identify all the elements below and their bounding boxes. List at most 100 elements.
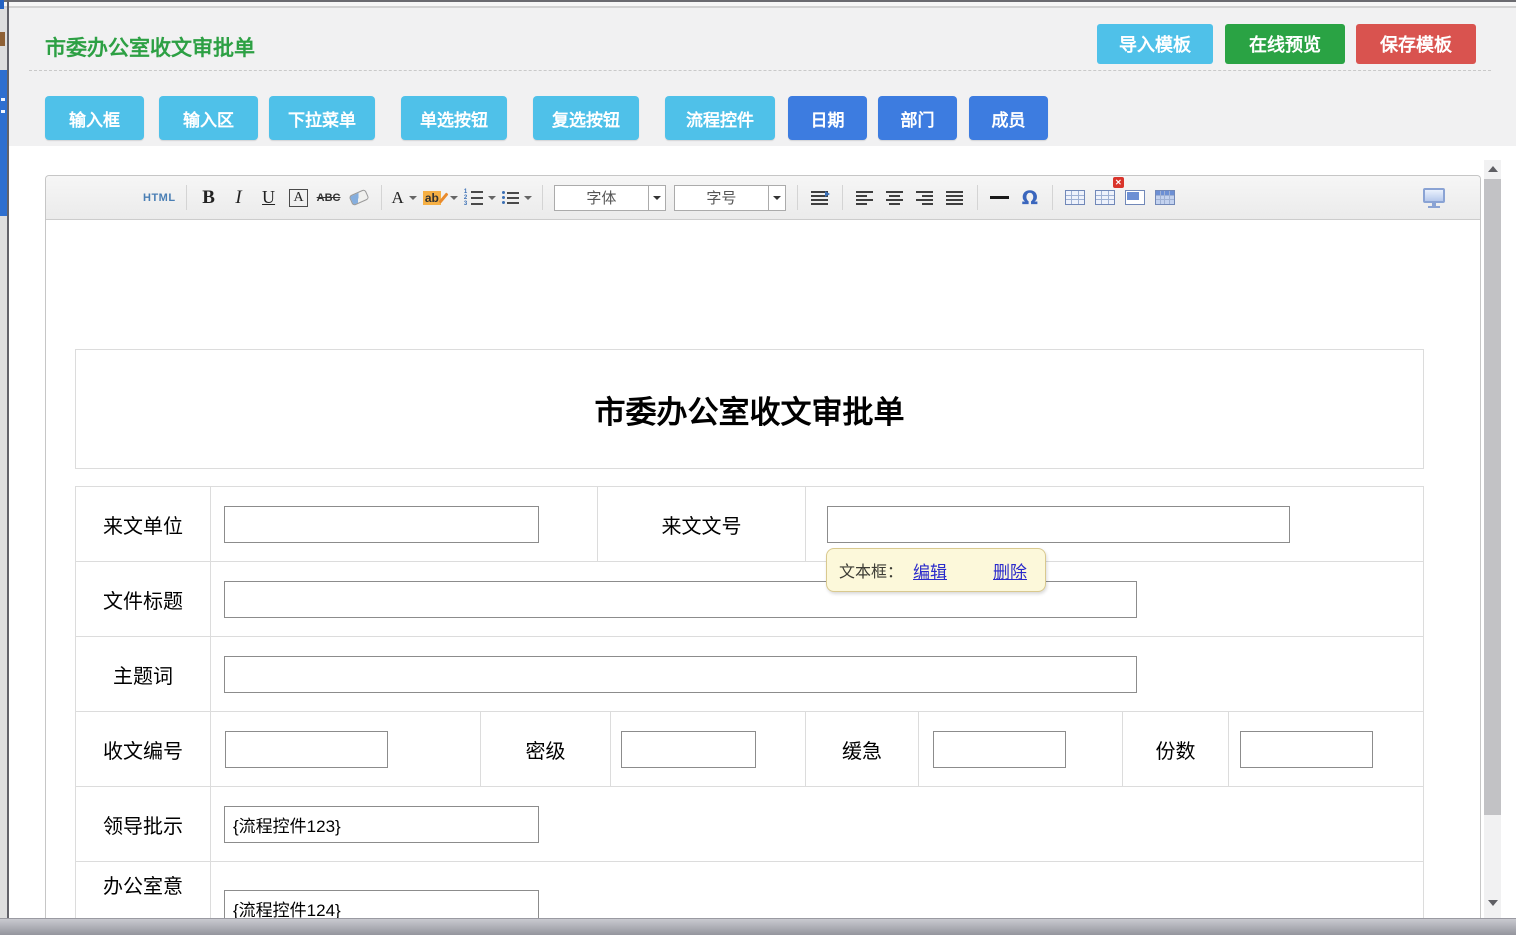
component-button-radio[interactable]: 单选按钮 [401,96,507,140]
window-left-border [7,0,9,935]
indent-button[interactable] [808,183,832,213]
bold-button[interactable]: B [197,183,221,213]
document-number-input[interactable] [827,506,1290,543]
align-center-button[interactable] [883,183,907,213]
font-size-select[interactable]: 字号 [674,185,786,211]
component-button-department[interactable]: 部门 [878,96,957,140]
edit-link[interactable]: 编辑 [913,558,947,583]
source-unit-input[interactable] [224,506,539,543]
urgency-input[interactable] [933,731,1066,768]
highlight-color-button[interactable]: ab [423,183,458,213]
component-button-input-box[interactable]: 输入框 [45,96,144,140]
copies-input[interactable] [1240,731,1373,768]
table-row: 来文单位 来文文号 [76,487,1423,562]
cell-receipt-number [211,712,481,786]
component-button-dropdown[interactable]: 下拉菜单 [269,96,375,140]
label-subject-words: 主题词 [76,637,211,711]
justify-icon [946,191,963,205]
delete-link[interactable]: 删除 [993,558,1027,583]
align-left-icon [856,191,873,205]
table-row: 文件标题 [76,562,1423,637]
insert-table-icon [1065,190,1085,205]
save-template-button[interactable]: 保存模板 [1356,24,1476,64]
align-left-button[interactable] [853,183,877,213]
component-button-flow-control[interactable]: 流程控件 [665,96,775,140]
toolbar-separator [1052,185,1053,210]
page-title: 市委办公室收文审批单 [45,32,255,62]
html-source-button[interactable]: HTML [143,183,176,213]
form-title: 市委办公室收文审批单 [595,387,905,432]
cell-leader-comments [211,787,1423,861]
label-urgency: 缓急 [806,712,919,786]
ordered-list-button[interactable]: 1 2 3 [464,183,496,213]
component-button-member[interactable]: 成员 [969,96,1048,140]
receipt-number-input[interactable] [225,731,388,768]
toolbar-separator [977,185,978,210]
component-toolbar: 输入框 输入区 下拉菜单 单选按钮 复选按钮 流程控件 日期 部门 成员 [45,96,1048,140]
scroll-up-button[interactable] [1484,161,1501,177]
delete-table-icon [1095,190,1115,205]
inline-block-style-button[interactable]: A [287,183,311,213]
delete-table-button[interactable]: ✕ [1093,183,1117,213]
scrollbar-thumb[interactable] [1484,179,1501,815]
tooltip-label: 文本框： [839,558,903,582]
component-button-input-area[interactable]: 输入区 [159,96,258,140]
security-level-input[interactable] [621,731,756,768]
cell-properties-icon [1125,190,1145,205]
font-family-select[interactable]: 字体 [554,185,666,211]
italic-button[interactable]: I [227,183,251,213]
online-preview-button[interactable]: 在线预览 [1225,24,1345,64]
chevron-down-icon [409,196,417,200]
insert-table-button[interactable] [1063,183,1087,213]
justify-button[interactable] [943,183,967,213]
chevron-down-icon [488,196,496,200]
eraser-icon[interactable] [347,183,371,213]
background-blue-panel-fragment [0,70,7,216]
background-window-fragment [0,0,4,9]
editor-toolbar: HTML B I U A ABC A ab 1 2 3 [46,176,1480,220]
table-row: 收文编号 密级 缓急 份数 [76,712,1423,787]
chevron-down-icon [648,186,665,210]
subject-words-input[interactable] [224,656,1137,693]
toolbar-separator [186,185,187,210]
fullscreen-button[interactable] [1422,183,1446,213]
strikethrough-button[interactable]: ABC [317,183,341,213]
header-panel: 市委办公室收文审批单 导入模板 在线预览 保存模板 输入框 输入区 下拉菜单 单… [9,8,1516,146]
cell-copies [1229,712,1423,786]
table-row: 主题词 [76,637,1423,712]
label-copies: 份数 [1123,712,1229,786]
label-receipt-number: 收文编号 [76,712,211,786]
dashed-divider [29,70,1491,71]
cell-properties-button[interactable] [1123,183,1147,213]
align-right-button[interactable] [913,183,937,213]
horizontal-rule-button[interactable] [988,183,1012,213]
unordered-list-button[interactable] [502,183,532,213]
table-properties-button[interactable] [1153,183,1177,213]
scroll-down-button[interactable] [1484,895,1501,911]
background-fragment [1,98,5,101]
component-button-checkbox[interactable]: 复选按钮 [533,96,639,140]
underline-button[interactable]: U [257,183,281,213]
form-table: 来文单位 来文文号 文件标题 [75,486,1424,934]
leader-comments-input[interactable] [224,806,539,843]
toolbar-separator [797,185,798,210]
label-source-unit: 来文单位 [76,487,211,561]
vertical-scrollbar[interactable] [1484,160,1501,918]
chevron-down-icon [524,196,532,200]
editor-canvas[interactable]: 市委办公室收文审批单 来文单位 来文文号 文件标题 [46,220,1480,934]
cell-security-level [611,712,806,786]
import-template-button[interactable]: 导入模板 [1097,24,1213,64]
font-color-button[interactable]: A [392,183,417,213]
component-button-date[interactable]: 日期 [788,96,867,140]
window-top-border-inner [0,6,1516,8]
cell-urgency [919,712,1123,786]
form-title-box: 市委办公室收文审批单 [75,349,1424,469]
chevron-down-icon [768,186,785,210]
special-char-button[interactable]: Ω [1018,183,1042,213]
unordered-list-icon [502,191,519,204]
scroll-down-arrow-icon [1488,900,1498,906]
delete-x-badge: ✕ [1113,177,1124,188]
ordered-list-icon: 1 2 3 [464,190,483,206]
form-designer-window: 市委办公室收文审批单 导入模板 在线预览 保存模板 输入框 输入区 下拉菜单 单… [9,8,1516,935]
background-left-strip [0,8,7,935]
